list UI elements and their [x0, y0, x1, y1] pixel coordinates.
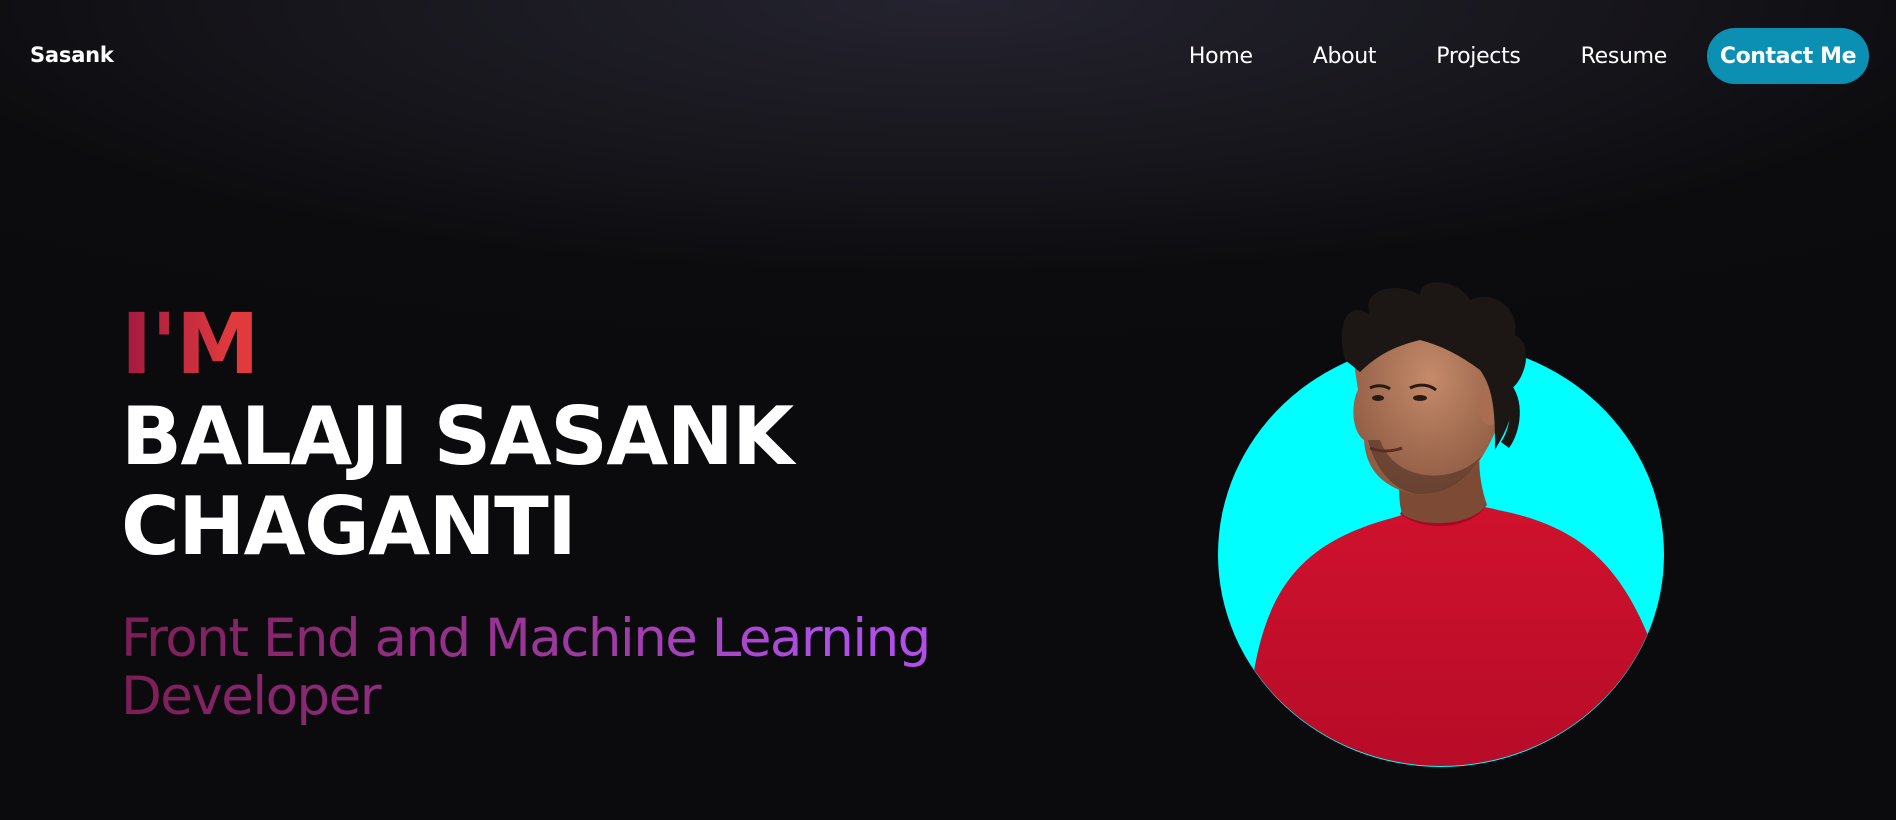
- profile-photo-illustration: [1220, 282, 1664, 766]
- profile-photo: [1218, 282, 1664, 767]
